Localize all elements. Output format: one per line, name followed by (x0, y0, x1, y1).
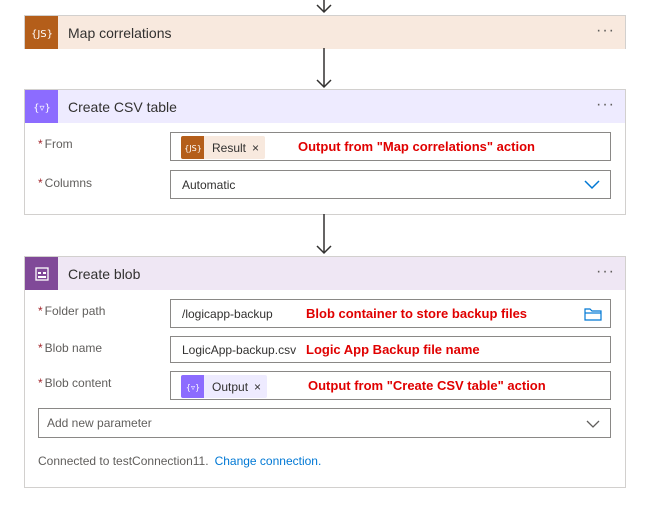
map-correlations-card[interactable]: {JS} Map correlations ··· (24, 15, 626, 49)
chevron-down-icon[interactable] (584, 178, 600, 193)
more-options-button[interactable]: ··· (596, 22, 615, 40)
connection-info: Connected to testConnection11. Change con… (38, 454, 321, 468)
more-options-button[interactable]: ··· (596, 263, 615, 281)
folder-path-value: /logicapp-backup (182, 307, 273, 321)
create-blob-card: Create blob ··· * Folder path /logicapp-b… (24, 256, 626, 488)
blob-content-label: * Blob content (38, 376, 112, 390)
result-token[interactable]: {JS} Result × (181, 136, 266, 159)
from-input[interactable]: {JS} Result × Output from "Map correlati… (170, 132, 611, 161)
change-connection-link[interactable]: Change connection. (215, 454, 322, 468)
folder-path-input[interactable]: /logicapp-backup Blob container to store… (170, 299, 611, 328)
chevron-down-icon[interactable] (586, 417, 600, 432)
step-title: Map correlations (68, 24, 172, 41)
columns-label: * Columns (38, 176, 93, 190)
blob-name-input[interactable]: LogicApp-backup.csv Logic App Backup fil… (170, 336, 611, 363)
svg-text:{▿}: {▿} (33, 103, 51, 114)
columns-value: Automatic (182, 178, 236, 192)
flow-arrow-top (314, 0, 334, 16)
add-parameter-placeholder: Add new parameter (47, 416, 152, 430)
svg-text:{▿}: {▿} (185, 383, 199, 392)
annotation-blob-name: Logic App Backup file name (306, 342, 480, 357)
from-label: * From (38, 137, 73, 151)
connection-text: Connected to testConnection11. (38, 454, 209, 468)
add-new-parameter-dropdown[interactable]: Add new parameter (38, 408, 611, 438)
annotation-blob-content: Output from "Create CSV table" action (308, 378, 546, 393)
map-correlations-header[interactable]: {JS} Map correlations ··· (25, 16, 625, 49)
folder-browse-icon[interactable] (584, 307, 602, 324)
flow-arrow (314, 214, 334, 256)
svg-text:{JS}: {JS} (32, 29, 52, 40)
blob-name-value: LogicApp-backup.csv (182, 343, 297, 357)
create-csv-table-header[interactable]: {▿} Create CSV table ··· (25, 90, 625, 123)
svg-text:{JS}: {JS} (184, 144, 202, 153)
data-operations-icon: {▿} (25, 90, 58, 123)
blob-storage-icon (25, 257, 58, 290)
folder-path-label: * Folder path (38, 304, 106, 318)
step-title: Create blob (68, 265, 141, 282)
blob-name-label: * Blob name (38, 341, 103, 355)
annotation-from: Output from "Map correlations" action (298, 139, 535, 154)
flow-arrow (314, 48, 334, 90)
data-operations-icon: {▿} (181, 375, 204, 398)
blob-content-input[interactable]: {▿} Output × Output from "Create CSV tab… (170, 371, 611, 400)
annotation-folder: Blob container to store backup files (306, 306, 528, 321)
token-label: Output (212, 379, 249, 394)
step-title: Create CSV table (68, 98, 177, 115)
js-script-icon: {JS} (25, 16, 58, 49)
output-token[interactable]: {▿} Output × (181, 375, 268, 398)
create-blob-header[interactable]: Create blob ··· (25, 257, 625, 290)
token-label: Result (212, 140, 247, 155)
remove-token-icon[interactable]: × (252, 141, 265, 155)
more-options-button[interactable]: ··· (596, 96, 615, 114)
js-script-icon: {JS} (181, 136, 204, 159)
create-csv-table-card: {▿} Create CSV table ··· * From {JS} Resu… (24, 89, 626, 215)
columns-dropdown[interactable]: Automatic (170, 170, 611, 199)
remove-token-icon[interactable]: × (254, 380, 267, 394)
